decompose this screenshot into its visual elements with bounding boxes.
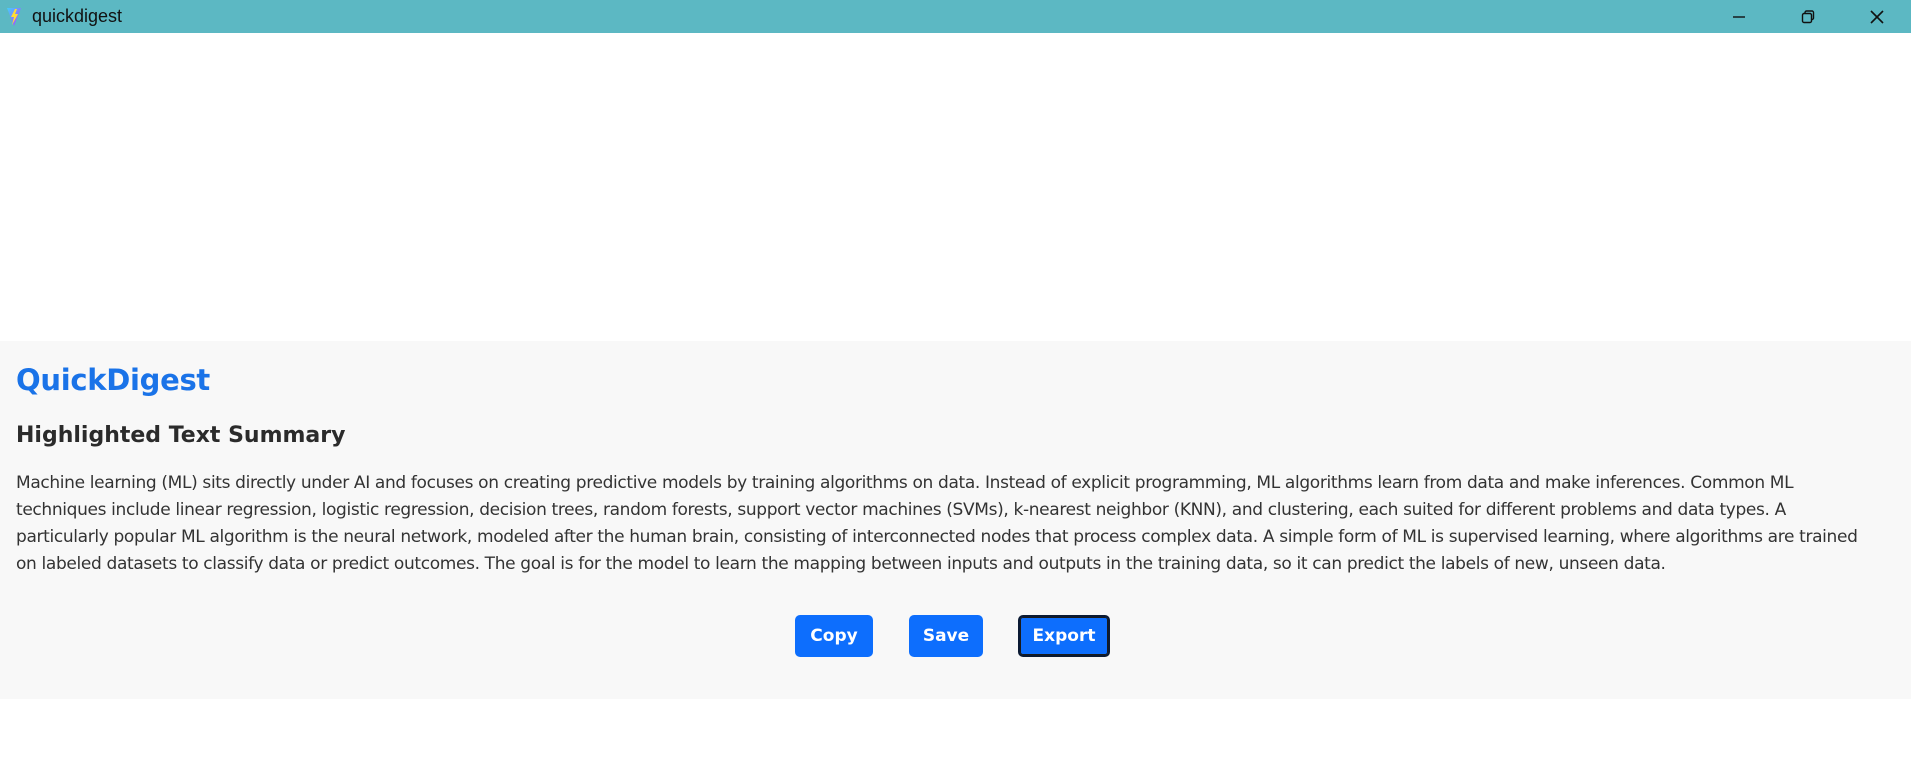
- action-buttons: Copy Save Export: [0, 615, 1911, 657]
- export-button[interactable]: Export: [1018, 615, 1110, 657]
- restore-icon: [1801, 9, 1814, 23]
- window-controls: [1704, 0, 1911, 33]
- summary-text: Machine learning (ML) sits directly unde…: [16, 473, 1858, 574]
- window-title: quickdigest: [32, 6, 123, 26]
- summary-panel: QuickDigest Highlighted Text Summary Mac…: [0, 341, 1911, 699]
- restore-button[interactable]: [1773, 0, 1842, 33]
- close-button[interactable]: [1842, 0, 1911, 33]
- summary-heading: Highlighted Text Summary: [16, 423, 346, 448]
- app-brand-title: QuickDigest: [16, 363, 210, 397]
- minimize-button[interactable]: [1704, 0, 1773, 33]
- blank-content-area: [0, 33, 1911, 341]
- minimize-icon: [1732, 15, 1745, 18]
- vite-logo-icon: [6, 6, 22, 28]
- window-titlebar[interactable]: quickdigest: [0, 0, 1911, 33]
- save-button[interactable]: Save: [909, 615, 983, 657]
- close-icon: [1869, 9, 1884, 24]
- copy-button[interactable]: Copy: [795, 615, 873, 657]
